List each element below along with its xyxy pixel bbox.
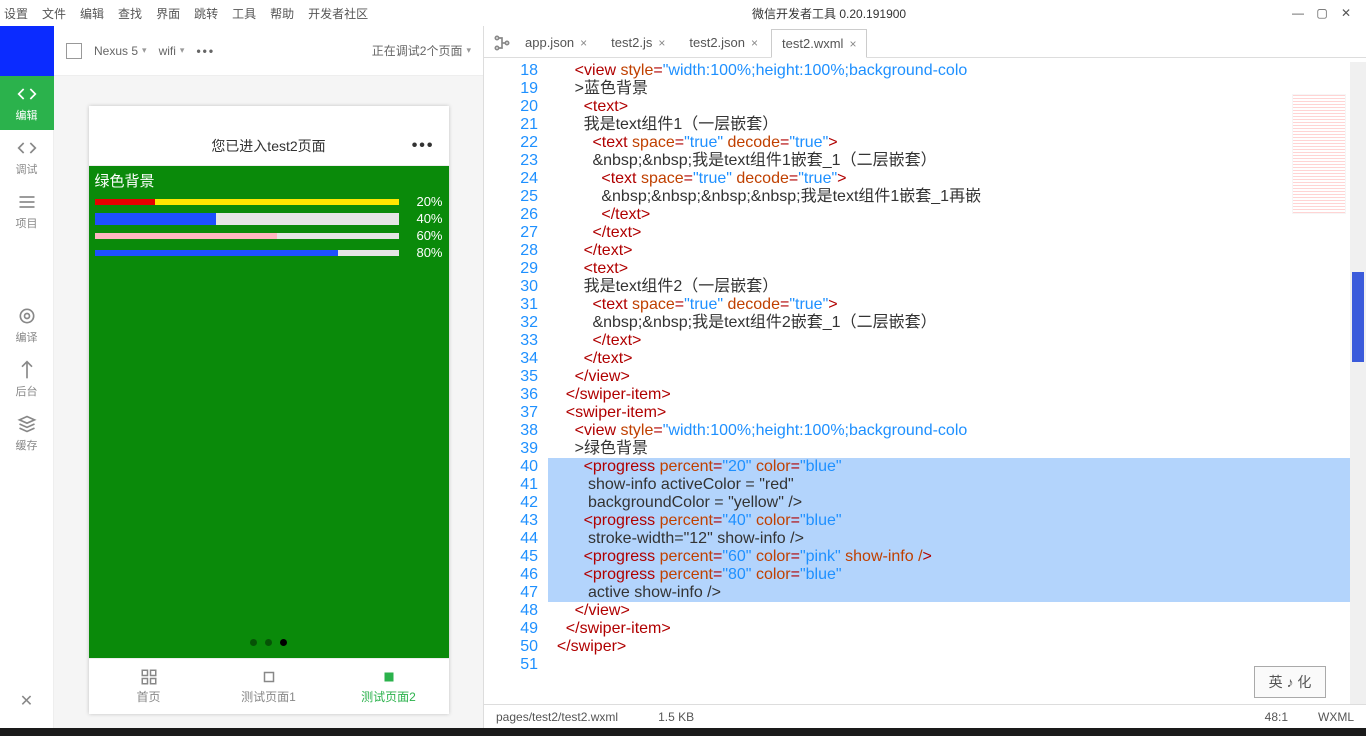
device-select[interactable]: Nexus 5▾ [94, 44, 147, 58]
sidebar-item-edit[interactable]: 编辑 [0, 76, 54, 130]
tab-test2[interactable]: 测试页面2 [329, 659, 449, 714]
tab-label: 首页 [136, 688, 160, 705]
menu-item[interactable]: 查找 [118, 5, 142, 22]
menu-item[interactable]: 跳转 [194, 5, 218, 22]
menu-item[interactable]: 帮助 [270, 5, 294, 22]
maximize-icon[interactable]: ▢ [1314, 5, 1330, 21]
sidebar-item-project[interactable]: 项目 [0, 184, 54, 238]
progress-percent: 60% [403, 228, 443, 243]
minimap[interactable] [1292, 94, 1346, 214]
line-gutter: 1819202122232425262728293031323334353637… [484, 58, 548, 704]
phone-content: 绿色背景 20% 40% 60% 80% [89, 166, 449, 658]
status-size: 1.5 KB [658, 710, 694, 724]
sidebar-item-debug[interactable]: 调试 [0, 130, 54, 184]
editor-statusbar: pages/test2/test2.wxml 1.5 KB 48:1 WXML [484, 704, 1366, 728]
sidebar-item-compile[interactable]: 编译 [0, 298, 54, 352]
progress-percent: 40% [403, 211, 443, 226]
sidebar-item-cache[interactable]: 缓存 [0, 406, 54, 460]
tab-home[interactable]: 首页 [89, 659, 209, 714]
more-icon[interactable]: ••• [196, 44, 215, 58]
close-icon: ✕ [20, 691, 33, 711]
sidebar-label: 后台 [16, 383, 38, 399]
phone-statusbar [89, 106, 449, 126]
status-cursor: 48:1 [1265, 710, 1288, 724]
sidebar-item-close[interactable]: ✕ [0, 674, 54, 728]
phone-preview: 您已进入test2页面 ••• 绿色背景 20% 40% 60% 80% 首页 测试页… [89, 106, 449, 714]
swiper-indicator [91, 639, 447, 656]
sidebar-label: 编译 [16, 329, 38, 345]
file-tab[interactable]: test2.wxml× [771, 29, 867, 58]
menu-item[interactable]: 开发者社区 [308, 5, 368, 22]
chevron-down-icon: ▾ [142, 45, 147, 56]
menu-item[interactable]: 文件 [42, 5, 66, 22]
file-tab[interactable]: test2.js× [600, 28, 676, 57]
phone-tabbar: 首页 测试页面1 测试页面2 [89, 658, 449, 714]
grid-icon [140, 668, 158, 686]
cache-icon [17, 414, 37, 434]
close-icon[interactable]: × [658, 36, 665, 50]
page-title: 您已进入test2页面 [211, 136, 325, 156]
progress-row: 80% [91, 244, 447, 261]
compile-icon [17, 306, 37, 326]
editor-tabbar: app.json× test2.js× test2.json× test2.wx… [484, 26, 1366, 58]
menu-item[interactable]: 工具 [232, 5, 256, 22]
progress-percent: 80% [403, 245, 443, 260]
network-select[interactable]: wifi▾ [159, 44, 185, 58]
menu-item[interactable]: 编辑 [80, 5, 104, 22]
window-title: 微信开发者工具 0.20.191900 [382, 5, 1276, 22]
close-icon[interactable]: ✕ [1338, 5, 1354, 21]
watermark-stamp: 英 ♪ 化 [1254, 666, 1326, 698]
background-icon [17, 360, 37, 380]
close-icon[interactable]: × [751, 36, 758, 50]
close-icon[interactable]: × [580, 36, 587, 50]
code-editor[interactable]: 1819202122232425262728293031323334353637… [484, 58, 1366, 704]
progress-row: 40% [91, 210, 447, 227]
sidebar-label: 调试 [16, 161, 38, 177]
scrollbar-thumb[interactable] [1352, 272, 1364, 362]
chip-icon [260, 668, 278, 686]
debug-icon [17, 138, 37, 158]
structure-icon[interactable] [492, 33, 512, 53]
chip-icon [380, 668, 398, 686]
simulator-toolbar: Nexus 5▾ wifi▾ ••• 正在调试2个页面▾ [54, 26, 483, 76]
debug-status[interactable]: 正在调试2个页面▾ [372, 42, 471, 59]
progress-row: 20% [91, 193, 447, 210]
simulator-column: Nexus 5▾ wifi▾ ••• 正在调试2个页面▾ 您已进入test2页面… [54, 26, 484, 728]
more-icon[interactable]: ••• [412, 137, 435, 155]
minimize-icon[interactable]: — [1290, 5, 1306, 21]
left-sidebar: 编辑 调试 项目 编译 后台 缓存 ✕ [0, 26, 54, 728]
tab-label: 测试页面2 [361, 688, 416, 705]
menu-item[interactable]: 设置 [4, 5, 28, 22]
page-caption: 绿色背景 [91, 168, 447, 193]
status-path: pages/test2/test2.wxml [496, 710, 618, 724]
menu-bar: 设置 文件 编辑 查找 界面 跳转 工具 帮助 开发者社区 微信开发者工具 0.… [0, 0, 1366, 26]
progress-row: 60% [91, 227, 447, 244]
menu-icon [17, 192, 37, 212]
tab-test1[interactable]: 测试页面1 [209, 659, 329, 714]
device-rotate-icon[interactable] [66, 43, 82, 59]
editor-column: app.json× test2.js× test2.json× test2.wx… [484, 26, 1366, 728]
code-icon [17, 84, 37, 104]
sidebar-item-background[interactable]: 后台 [0, 352, 54, 406]
tab-label: 测试页面1 [241, 688, 296, 705]
status-lang: WXML [1318, 710, 1354, 724]
file-tab[interactable]: test2.json× [678, 28, 769, 57]
menu-item[interactable]: 界面 [156, 5, 180, 22]
sidebar-label: 编辑 [16, 107, 38, 123]
code-body[interactable]: <view style="width:100%;height:100%;back… [548, 58, 1366, 704]
close-icon[interactable]: × [849, 37, 856, 51]
sidebar-label: 项目 [16, 215, 38, 231]
chevron-down-icon: ▾ [466, 45, 471, 56]
progress-percent: 20% [403, 194, 443, 209]
app-logo [0, 26, 54, 76]
file-tab[interactable]: app.json× [514, 28, 598, 57]
phone-navbar: 您已进入test2页面 ••• [89, 126, 449, 166]
chevron-down-icon: ▾ [180, 45, 185, 56]
vertical-scrollbar[interactable] [1350, 62, 1366, 704]
os-taskbar [0, 728, 1366, 736]
sidebar-label: 缓存 [16, 437, 38, 453]
